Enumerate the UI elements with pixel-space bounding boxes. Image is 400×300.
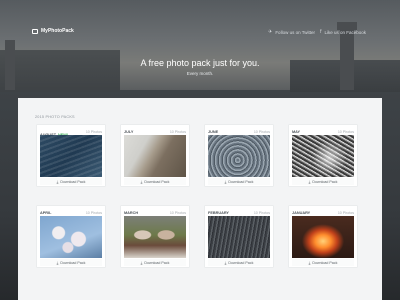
- download-label: Download Pack: [144, 179, 170, 184]
- pack-photo[interactable]: [292, 135, 354, 177]
- pack-count: 10 Photos: [337, 129, 354, 134]
- twitter-icon: ✈: [268, 29, 273, 35]
- download-pack-button[interactable]: ⤓ Download Pack: [208, 178, 270, 185]
- download-icon: ⤓: [140, 179, 143, 184]
- download-pack-button[interactable]: ⤓ Download Pack: [40, 178, 102, 185]
- download-pack-button[interactable]: ⤓ Download Pack: [124, 178, 186, 185]
- facebook-icon: f: [320, 29, 322, 35]
- download-icon: ⤓: [308, 179, 311, 184]
- pack-month: FEBRUARY: [208, 210, 229, 215]
- camera-icon: [32, 28, 38, 34]
- download-pack-button[interactable]: ⤓ Download Pack: [292, 259, 354, 266]
- facebook-link[interactable]: f Like us on Facebook: [320, 29, 366, 35]
- pack-photo[interactable]: [124, 135, 186, 177]
- pack-count: 10 Photos: [85, 129, 102, 134]
- download-label: Download Pack: [228, 260, 254, 265]
- download-label: Download Pack: [228, 179, 254, 184]
- download-icon: ⤓: [140, 260, 143, 265]
- download-label: Download Pack: [60, 179, 86, 184]
- download-icon: ⤓: [56, 179, 59, 184]
- pack-card-february[interactable]: FEBRUARY 10 Photos ⤓ Download Pack: [205, 206, 273, 267]
- top-bar: MyPhotoPack ✈ Follow us on Twitter f Lik…: [0, 28, 400, 40]
- pack-count: 10 Photos: [253, 129, 270, 134]
- hero-title: A free photo pack just for you.: [140, 58, 260, 68]
- pack-photo[interactable]: [40, 135, 102, 177]
- pack-photo[interactable]: [208, 216, 270, 258]
- download-icon: ⤓: [224, 260, 227, 265]
- download-icon: ⤓: [56, 260, 59, 265]
- section-label: 2015 PHOTO PACKS: [35, 115, 75, 119]
- pack-month: JANUARY: [292, 210, 311, 215]
- pack-photo[interactable]: [292, 216, 354, 258]
- pack-card-july[interactable]: JULY 10 Photos ⤓ Download Pack: [121, 125, 189, 186]
- hero-subtitle: Every month.: [186, 71, 214, 76]
- pack-month: APRIL: [40, 210, 52, 215]
- download-pack-button[interactable]: ⤓ Download Pack: [208, 259, 270, 266]
- pack-count: 10 Photos: [169, 129, 186, 134]
- pack-month: MAY: [292, 129, 301, 134]
- download-label: Download Pack: [144, 260, 170, 265]
- download-icon: ⤓: [308, 260, 311, 265]
- twitter-label: Follow us on Twitter: [275, 29, 315, 35]
- download-pack-button[interactable]: ⤓ Download Pack: [40, 259, 102, 266]
- brand-name: MyPhotoPack: [41, 28, 74, 34]
- pack-count: 10 Photos: [337, 210, 354, 215]
- download-pack-button[interactable]: ⤓ Download Pack: [292, 178, 354, 185]
- pack-card-april[interactable]: APRIL 10 Photos ⤓ Download Pack: [37, 206, 105, 267]
- download-icon: ⤓: [224, 179, 227, 184]
- facebook-label: Like us on Facebook: [324, 29, 366, 35]
- pack-month: JUNE: [208, 129, 219, 134]
- pack-month: MARCH: [124, 210, 139, 215]
- pack-photo[interactable]: [208, 135, 270, 177]
- pack-count: 10 Photos: [85, 210, 102, 215]
- pack-photo[interactable]: [124, 216, 186, 258]
- pack-count: 10 Photos: [169, 210, 186, 215]
- pack-card-august[interactable]: AUGUSTNEW! 10 Photos ⤓ Download Pack: [37, 125, 105, 186]
- pack-card-january[interactable]: JANUARY 10 Photos ⤓ Download Pack: [289, 206, 357, 267]
- pack-month: JULY: [124, 129, 134, 134]
- download-pack-button[interactable]: ⤓ Download Pack: [124, 259, 186, 266]
- download-label: Download Pack: [312, 260, 338, 265]
- pack-card-may[interactable]: MAY 10 Photos ⤓ Download Pack: [289, 125, 357, 186]
- brand-logo[interactable]: MyPhotoPack: [32, 28, 74, 34]
- twitter-link[interactable]: ✈ Follow us on Twitter: [268, 29, 315, 35]
- pack-photo[interactable]: [40, 216, 102, 258]
- packs-panel: 2015 PHOTO PACKS AUGUSTNEW! 10 Photos ⤓ …: [18, 98, 382, 300]
- download-label: Download Pack: [312, 179, 338, 184]
- pack-card-june[interactable]: JUNE 10 Photos ⤓ Download Pack: [205, 125, 273, 186]
- pack-card-march[interactable]: MARCH 10 Photos ⤓ Download Pack: [121, 206, 189, 267]
- pack-count: 10 Photos: [253, 210, 270, 215]
- download-label: Download Pack: [60, 260, 86, 265]
